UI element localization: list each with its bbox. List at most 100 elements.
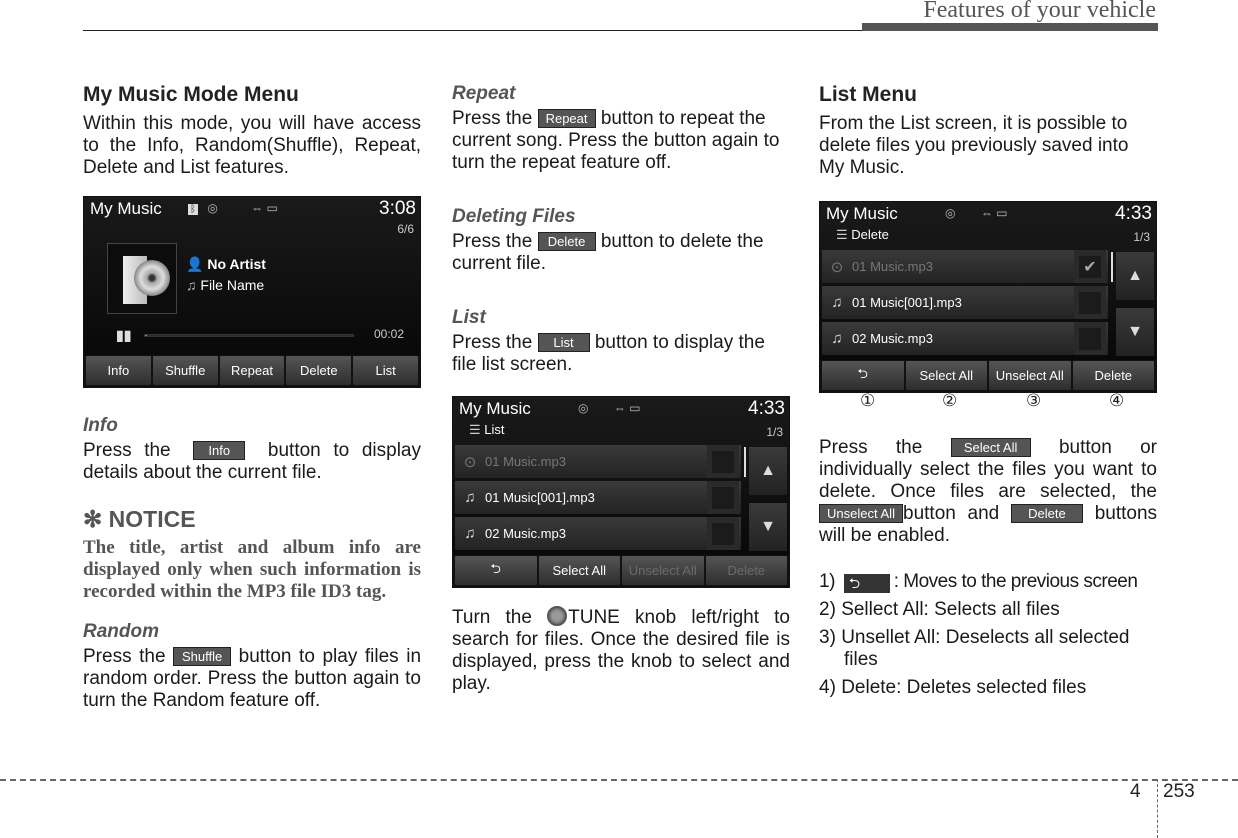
file-row[interactable]: ♫ 02 Music.mp3	[455, 517, 741, 550]
scroll-down-button[interactable]: ▼	[1116, 308, 1154, 356]
delete-button[interactable]: Delete	[705, 556, 787, 585]
check-icon: ✔	[1079, 255, 1101, 278]
scrollbar[interactable]	[1111, 252, 1113, 282]
heading-my-music-mode-menu: My Music Mode Menu	[83, 83, 299, 106]
page-indicator: 1/3	[766, 425, 783, 439]
list-button-row: ⮌ Select All Unselect All Delete	[453, 555, 789, 587]
play-icon: ⊙	[830, 258, 844, 276]
callout-2: ②	[942, 391, 958, 410]
header-bar	[862, 23, 1158, 31]
deleting-text: Press the Delete button to delete the cu…	[452, 231, 764, 274]
clock: 3:08	[379, 198, 416, 219]
info-button[interactable]: Info	[86, 356, 151, 385]
usb-icon: ⇔	[980, 206, 993, 220]
delete-button-row: ⮌ Select All Unselect All Delete	[820, 360, 1156, 392]
file-name: File Name	[200, 277, 265, 293]
asterisk-icon: ✻	[83, 506, 103, 532]
unselect-all-chip: Unselect All	[819, 504, 903, 523]
file-row[interactable]: ⊙ 01 Music.mp3	[455, 445, 741, 478]
heading-repeat: Repeat	[452, 83, 516, 104]
delete-button[interactable]: Delete	[1072, 361, 1154, 390]
legend-item: 1) ⮌: Moves to the previous screen	[819, 571, 1138, 593]
column-1: My Music Mode Menu Within this mode, you…	[83, 83, 421, 712]
play-icon: ⊙	[463, 453, 477, 471]
callout-3: ③	[1026, 391, 1042, 410]
row-checkbox[interactable]	[707, 481, 739, 514]
music-note-icon: ♫	[831, 294, 843, 311]
progress-bar[interactable]	[144, 334, 354, 337]
ipod-icon: ▭	[266, 201, 278, 215]
cd-disc-icon	[134, 260, 170, 296]
unselect-all-button[interactable]: Unselect All	[989, 361, 1071, 390]
pause-button[interactable]: ▮▮	[116, 327, 131, 344]
artist-row: 👤 No Artist	[186, 256, 266, 273]
legend-item: 4) Delete: Deletes selected files	[819, 677, 1087, 698]
player-button-row: Info Shuffle Repeat Delete List	[84, 355, 420, 387]
screen-title: My Music	[826, 204, 898, 223]
legend-item: 2) Sellect All: Selects all files	[819, 599, 1060, 620]
row-checkbox[interactable]	[707, 517, 739, 550]
back-button[interactable]: ⮌	[822, 361, 904, 390]
list-menu-intro: From the List screen, it is possible to …	[819, 113, 1129, 178]
clock: 4:33	[748, 398, 785, 419]
heading-list: List	[452, 307, 486, 328]
info-text: Press the Info button to display details…	[83, 440, 421, 483]
footer-divider	[1157, 779, 1158, 838]
file-row[interactable]: ♫ 02 Music.mp3	[822, 322, 1108, 355]
tune-text: Turn the TUNE knob left/right to search …	[452, 606, 790, 694]
shuffle-chip: Shuffle	[173, 647, 232, 666]
notice-heading: ✻ NOTICE	[83, 506, 196, 532]
delete-chip: Delete	[537, 232, 596, 251]
row-checkbox-checked[interactable]: ✔	[1074, 250, 1106, 283]
screen-delete: My Music ◎ ⇔ ▭ 4:33 ☰ Delete 1/3 ⊙ 01 Mu…	[819, 201, 1157, 393]
select-all-chip: Select All	[950, 438, 1031, 457]
file-row[interactable]: ♫ 01 Music[001].mp3	[455, 481, 741, 514]
back-button[interactable]: ⮌	[455, 556, 537, 585]
repeat-button[interactable]: Repeat	[219, 356, 285, 385]
file-row[interactable]: ⊙ 01 Music.mp3	[822, 250, 1108, 283]
music-note-icon: ♫	[464, 525, 476, 542]
column-3: List Menu From the List screen, it is po…	[819, 83, 1157, 705]
music-note-icon: ♫	[464, 489, 476, 506]
page-indicator: 1/3	[1133, 230, 1150, 244]
elapsed-time: 00:02	[373, 327, 404, 341]
progress-fill	[145, 335, 148, 336]
random-text: Press the Shuffle button to play files i…	[83, 646, 422, 711]
scroll-up-button[interactable]: ▲	[749, 447, 787, 495]
file-row: ♫ File Name	[186, 277, 264, 293]
scroll-down-button[interactable]: ▼	[749, 503, 787, 551]
scroll-up-button[interactable]: ▲	[1116, 252, 1154, 300]
music-note-icon: ♫	[186, 277, 197, 293]
heading-random: Random	[83, 621, 159, 642]
list-subtitle: ☰ List	[469, 422, 505, 437]
delete-subtitle: ☰ Delete	[836, 227, 889, 242]
file-row[interactable]: ♫ 01 Music[001].mp3	[822, 286, 1108, 319]
back-arrow-icon: ⮌	[490, 560, 501, 576]
row-checkbox[interactable]	[1074, 322, 1106, 355]
select-text: Press the Select All button or individua…	[819, 437, 1158, 546]
section-title: Features of your vehicle	[923, 0, 1156, 23]
row-checkbox[interactable]	[1074, 286, 1106, 319]
heading-info: Info	[83, 415, 118, 436]
person-icon: 👤	[186, 256, 204, 272]
heading-deleting-files: Deleting Files	[452, 206, 576, 227]
scrollbar[interactable]	[744, 447, 746, 477]
ipod-icon: ▭	[996, 206, 1008, 220]
shuffle-button[interactable]: Shuffle	[152, 356, 218, 385]
repeat-chip: Repeat	[537, 109, 596, 128]
chapter-number: 4	[1130, 781, 1141, 802]
album-art	[107, 243, 177, 314]
screen-player: My Music ᛒ ◎ ⇔ ▭ 3:08 6/6 👤 No Artist ♫ …	[83, 196, 421, 388]
row-checkbox[interactable]	[707, 445, 739, 478]
button-legend-list: 1) ⮌: Moves to the previous screen 2) Se…	[819, 571, 1157, 699]
screen-list: My Music ◎ ⇔ ▭ 4:33 ☰ List 1/3 ⊙ 01 Musi…	[452, 396, 790, 588]
music-note-icon: ♫	[831, 330, 843, 347]
callout-1: ①	[860, 391, 876, 410]
list-button[interactable]: List	[353, 356, 418, 385]
legend-item: 3) Unsellet All: Deselects all selected …	[819, 627, 1130, 670]
select-all-button[interactable]: Select All	[905, 361, 987, 390]
delete-button[interactable]: Delete	[286, 356, 352, 385]
select-all-button[interactable]: Select All	[538, 556, 620, 585]
callout-4: ④	[1109, 391, 1125, 410]
unselect-all-button[interactable]: Unselect All	[622, 556, 704, 585]
